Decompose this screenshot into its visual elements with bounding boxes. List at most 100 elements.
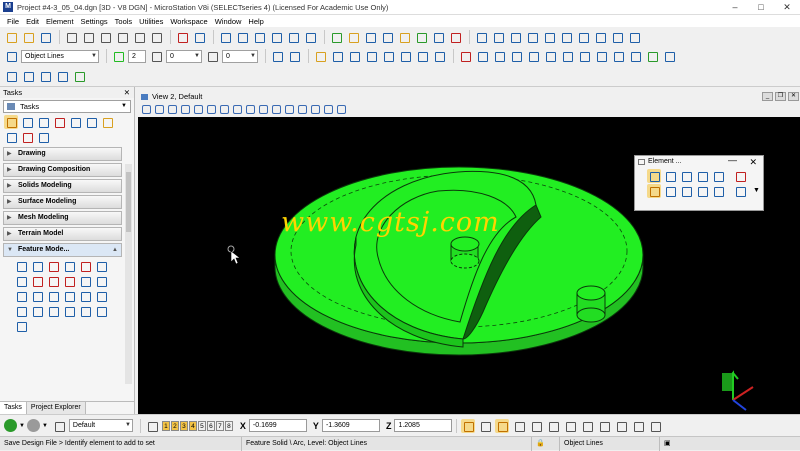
level-manager-icon[interactable] xyxy=(4,49,18,63)
view-number-5[interactable]: 5 xyxy=(197,420,206,431)
view-set-dropdown[interactable]: Default ▼ xyxy=(68,419,133,432)
add-mode-icon[interactable] xyxy=(663,184,677,198)
individual-select-icon[interactable] xyxy=(647,168,661,183)
view-close-button[interactable]: ✕ xyxy=(788,92,799,101)
task-group-drawing-composition[interactable]: ▶ Drawing Composition xyxy=(3,163,122,177)
array-icon[interactable] xyxy=(628,49,642,63)
thicken-icon[interactable] xyxy=(30,304,44,318)
snap-tangent-icon[interactable] xyxy=(563,419,577,433)
delete-icon[interactable] xyxy=(38,69,52,83)
display-styles-icon[interactable] xyxy=(286,30,300,44)
place-circle-icon[interactable] xyxy=(398,49,412,63)
task-group-mesh-modeling[interactable]: ▶ Mesh Modeling xyxy=(3,211,122,225)
selection-options-icon[interactable] xyxy=(733,184,747,198)
weight-icon[interactable] xyxy=(149,49,163,63)
move-icon[interactable] xyxy=(560,49,574,63)
delete-fence-icon[interactable] xyxy=(52,115,66,129)
snap-point-on-icon[interactable] xyxy=(631,419,645,433)
arc-sketch-icon[interactable] xyxy=(30,259,44,273)
close-button[interactable]: ✕ xyxy=(774,0,800,15)
view-next-icon[interactable] xyxy=(272,105,281,114)
boss-icon[interactable] xyxy=(62,304,76,318)
menu-edit[interactable]: Edit xyxy=(26,17,39,26)
raster-icon[interactable] xyxy=(269,30,283,44)
view-top-icon[interactable] xyxy=(491,30,505,44)
blend-icon[interactable] xyxy=(94,304,108,318)
group-icon[interactable] xyxy=(645,49,659,63)
view-number-8[interactable]: 8 xyxy=(224,420,233,431)
dimension-icon[interactable] xyxy=(62,259,76,273)
view-left-icon[interactable] xyxy=(593,30,607,44)
menu-window[interactable]: Window xyxy=(215,17,242,26)
view-minimize-button[interactable]: _ xyxy=(762,92,773,101)
class-dropdown[interactable]: 0 ▼ xyxy=(222,49,258,63)
view-number-1[interactable]: 1 xyxy=(161,420,170,431)
parallel-icon[interactable] xyxy=(14,274,28,288)
snap-keypoint-icon[interactable] xyxy=(461,418,476,433)
task-group-terrain-model[interactable]: ▶ Terrain Model xyxy=(3,227,122,241)
view-number-7[interactable]: 7 xyxy=(215,420,224,431)
x-coordinate-field[interactable]: -0.1699 xyxy=(248,419,307,432)
task-group-drawing[interactable]: ▶ Drawing xyxy=(3,147,122,161)
place-line-icon[interactable] xyxy=(313,49,327,63)
minimize-button[interactable]: – xyxy=(722,0,748,15)
select-all-icon[interactable] xyxy=(711,184,725,198)
cut-solid-icon[interactable] xyxy=(78,304,92,318)
constraint-icon[interactable] xyxy=(46,259,60,273)
view-number-6[interactable]: 6 xyxy=(206,420,215,431)
menu-tools[interactable]: Tools xyxy=(115,17,133,26)
display-style-icon[interactable] xyxy=(155,105,164,114)
line-select-icon[interactable] xyxy=(711,169,725,183)
render-icon[interactable] xyxy=(303,30,317,44)
snap-parallel-icon[interactable] xyxy=(597,419,611,433)
view-front-icon[interactable] xyxy=(508,30,522,44)
view-attributes-icon[interactable] xyxy=(218,30,232,44)
place-text-icon[interactable] xyxy=(432,49,446,63)
new-file-icon[interactable] xyxy=(4,30,18,44)
measure-tool-icon[interactable] xyxy=(68,115,82,129)
paste-icon[interactable] xyxy=(115,30,129,44)
view-fit-icon[interactable] xyxy=(610,30,624,44)
back-arrow-icon[interactable] xyxy=(4,419,17,432)
line-weight-icon[interactable] xyxy=(205,49,219,63)
references-icon[interactable] xyxy=(252,30,266,44)
menu-settings[interactable]: Settings xyxy=(81,17,108,26)
print-icon[interactable] xyxy=(64,30,78,44)
selection-tool-icon[interactable] xyxy=(4,115,18,129)
task-group-surface-modeling[interactable]: ▶ Surface Modeling xyxy=(3,195,122,209)
modify-icon[interactable] xyxy=(458,49,472,63)
snap-perpendicular-icon[interactable] xyxy=(580,419,594,433)
menu-file[interactable]: File xyxy=(7,17,19,26)
tab-project-explorer[interactable]: Project Explorer xyxy=(26,402,86,414)
view-groups-icon[interactable] xyxy=(52,419,66,433)
wedge-icon[interactable] xyxy=(62,289,76,303)
microstation-app-icon[interactable]: M xyxy=(3,2,13,12)
grid-icon[interactable] xyxy=(662,49,676,63)
collapse-icon[interactable]: ▲ xyxy=(112,244,118,256)
view-number-2[interactable]: 2 xyxy=(170,420,179,431)
subtract-mode-icon[interactable] xyxy=(679,184,693,198)
place-curve-icon[interactable] xyxy=(364,49,378,63)
redo-icon[interactable] xyxy=(149,30,163,44)
lock-status-icon[interactable]: 🔒 xyxy=(532,436,560,451)
status-active-level[interactable]: Object Lines xyxy=(560,436,660,451)
zoom-out-icon[interactable] xyxy=(194,105,203,114)
view-number-3[interactable]: 3 xyxy=(179,420,188,431)
menu-element[interactable]: Element xyxy=(46,17,74,26)
view-toggle-icon[interactable] xyxy=(145,419,159,433)
view-right-icon[interactable] xyxy=(525,30,539,44)
view-back-icon[interactable] xyxy=(576,30,590,44)
cone-icon[interactable] xyxy=(14,289,28,303)
scrollbar-thumb[interactable] xyxy=(126,172,131,232)
update-view-icon[interactable] xyxy=(168,105,177,114)
fillet-icon[interactable] xyxy=(509,49,523,63)
fence-icon[interactable] xyxy=(21,69,35,83)
view-iso-icon[interactable] xyxy=(542,30,556,44)
lock-icon[interactable] xyxy=(397,30,411,44)
open-file-icon[interactable] xyxy=(21,30,35,44)
tangent-icon[interactable] xyxy=(46,274,60,288)
style-dropdown[interactable]: 0 ▼ xyxy=(166,49,202,63)
analyze-icon[interactable] xyxy=(431,30,445,44)
measure-icon[interactable] xyxy=(414,30,428,44)
no-entry-icon[interactable] xyxy=(448,30,462,44)
